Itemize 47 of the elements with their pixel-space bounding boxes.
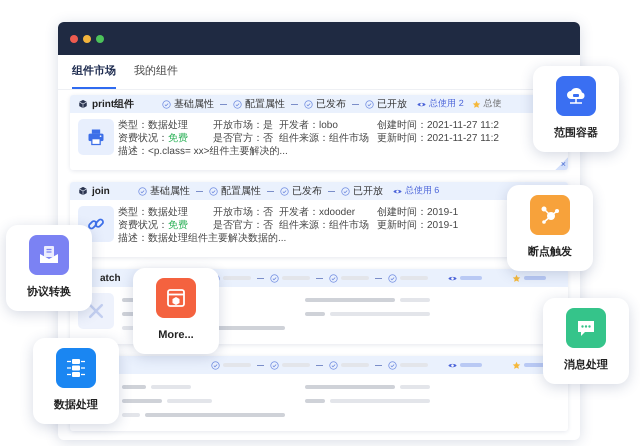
step-label: 已开放 bbox=[352, 184, 383, 198]
field-text: 类型：数据处理 bbox=[118, 119, 189, 132]
feature-tile[interactable]: 消息处理 bbox=[543, 298, 629, 384]
field-text: 组件来源：组件市场 bbox=[279, 132, 370, 145]
close-corner[interactable]: × bbox=[555, 157, 568, 170]
tab[interactable]: 组件市场 bbox=[72, 55, 116, 89]
field-text: 开放市场：是 bbox=[213, 119, 274, 132]
step-label: 已发布 bbox=[292, 184, 322, 198]
description-text: 描述：数据处理组件主要解决数据的... bbox=[118, 232, 288, 245]
field-text: 创建时间：2021-11-27 11:2 bbox=[377, 119, 500, 132]
tile-label: 断点触发 bbox=[528, 244, 572, 260]
field-text: 类型：数据处理 bbox=[118, 206, 189, 219]
step-label: 基础属性 bbox=[150, 184, 190, 198]
tile-label: 协议转换 bbox=[27, 284, 71, 300]
field-text: 是否官方：否 bbox=[213, 132, 274, 145]
favorite-count: 总使 bbox=[484, 97, 502, 110]
feature-tile[interactable]: More... bbox=[133, 268, 219, 354]
step-label: 配置属性 bbox=[220, 184, 261, 198]
field-text: 是否官方：否 bbox=[213, 219, 274, 232]
field-text: 更新时间：2019-1 bbox=[377, 219, 460, 232]
field-text: 创建时间：2019-1 bbox=[377, 206, 460, 219]
field-text: 开发者：lobo bbox=[279, 119, 339, 132]
step-label: 已发布 bbox=[316, 98, 346, 112]
feature-tile[interactable]: 协议转换 bbox=[6, 225, 92, 311]
usage-count: 总使用 2 bbox=[429, 97, 464, 110]
tile-label: 消息处理 bbox=[564, 358, 608, 374]
tab[interactable]: 我的组件 bbox=[134, 55, 178, 89]
field-text: 开发者：xdooder bbox=[279, 206, 356, 219]
step-label: 配置属性 bbox=[245, 98, 286, 112]
component-title: join bbox=[92, 184, 110, 198]
description-text: 描述：<p.class= xx>组件主要解决的... bbox=[118, 145, 289, 158]
component-title: atch bbox=[100, 272, 121, 286]
field-text: 开放市场：否 bbox=[213, 206, 274, 219]
feature-tile[interactable]: 断点触发 bbox=[507, 185, 593, 271]
tile-label: 范围容器 bbox=[554, 126, 598, 142]
component-title: print组件 bbox=[92, 98, 134, 112]
field-text: 更新时间：2021-11-27 11:2 bbox=[377, 132, 500, 145]
field-text: 资费状况：免费 bbox=[118, 219, 189, 232]
usage-count: 总使用 6 bbox=[404, 184, 440, 198]
field-text: 组件来源：组件市场 bbox=[279, 219, 370, 232]
tile-label: 数据处理 bbox=[54, 398, 98, 414]
feature-tile[interactable]: 数据处理 bbox=[33, 338, 119, 424]
step-label: 基础属性 bbox=[174, 98, 214, 112]
feature-tile[interactable]: 范围容器 bbox=[533, 66, 619, 152]
field-text: 资费状况：免费 bbox=[118, 132, 189, 145]
tile-label: More... bbox=[158, 328, 194, 344]
step-label: 已开放 bbox=[377, 98, 408, 112]
